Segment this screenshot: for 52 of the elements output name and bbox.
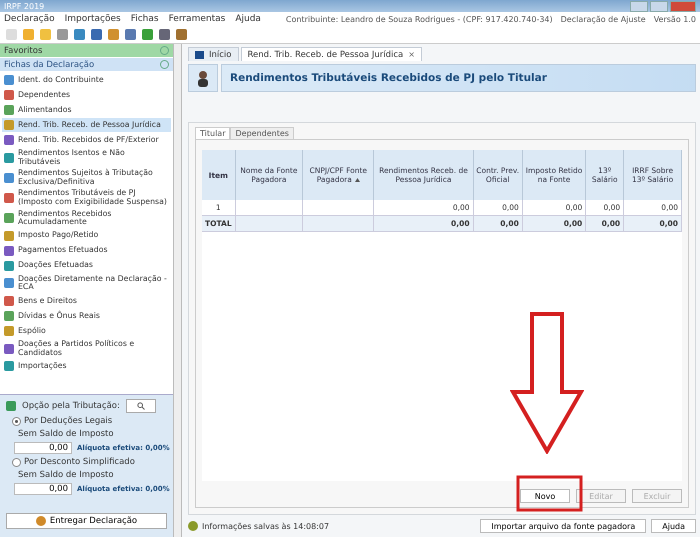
- page-title: Rendimentos Tributáveis Recebidos de PJ pelo Titular: [221, 64, 696, 92]
- submit-button[interactable]: Entregar Declaração: [6, 513, 167, 529]
- maximize-button[interactable]: [650, 0, 668, 12]
- balance-caption: Sem Saldo de Imposto: [17, 470, 115, 480]
- document-tab[interactable]: Rend. Trib. Receb. de Pessoa Jurídica ×: [240, 47, 422, 61]
- close-tab-button[interactable]: ×: [408, 50, 415, 59]
- sub-tab[interactable]: Titular: [195, 127, 230, 139]
- status-text: Informações salvas às 14:08:07: [202, 522, 330, 530]
- sort-icon: [354, 178, 360, 182]
- highlight-frame: [516, 475, 583, 512]
- menu-item[interactable]: Declaração: [4, 14, 55, 24]
- footer-button[interactable]: Ajuda: [651, 519, 696, 533]
- toolbar-icon[interactable]: [108, 29, 119, 40]
- favorites-label: Favoritos: [4, 46, 42, 56]
- close-button[interactable]: [670, 0, 696, 12]
- toolbar-icon[interactable]: [91, 29, 102, 40]
- home-icon: [195, 50, 204, 58]
- declaration-type: Declaração de Ajuste: [560, 14, 646, 24]
- menu-item[interactable]: Fichas: [130, 14, 159, 24]
- taxpayer-info: Contribuinte: Leandro de Souza Rodrigues - (CPF: 917.420.740-34): [286, 14, 553, 24]
- version-label: Versão 1.0: [654, 14, 696, 24]
- toolbar-icon[interactable]: [125, 29, 136, 40]
- minimize-button[interactable]: [630, 0, 648, 12]
- toolbar-icon[interactable]: [142, 29, 153, 40]
- option-label[interactable]: Por Desconto Simplificado: [24, 457, 135, 467]
- favorites-header[interactable]: Favoritos: [0, 44, 173, 57]
- scrollbar[interactable]: [174, 44, 182, 537]
- toolbar-icon[interactable]: [57, 29, 68, 40]
- menu-item[interactable]: Ajuda: [235, 14, 261, 24]
- section-label: Fichas da Declaração: [4, 60, 94, 70]
- footer-button[interactable]: Importar arquivo da fonte pagadora: [480, 519, 646, 533]
- action-button[interactable]: Novo: [520, 489, 570, 503]
- radio-button[interactable]: [12, 458, 21, 466]
- section-header[interactable]: Fichas da Declaração: [0, 58, 173, 71]
- amount-field[interactable]: 0,00: [14, 483, 72, 495]
- window-title: IRPF 2019: [4, 2, 44, 10]
- toolbar-icon[interactable]: [74, 29, 85, 40]
- menu-item[interactable]: Ferramentas: [168, 14, 226, 24]
- amount-field[interactable]: 0,00: [14, 442, 72, 454]
- sub-tab[interactable]: Dependentes: [230, 127, 294, 139]
- taxation-label: Opção pela Tributação:: [22, 401, 120, 411]
- toolbar-icon[interactable]: [23, 29, 34, 40]
- toolbar-icon[interactable]: [176, 29, 187, 40]
- radio-button[interactable]: [12, 416, 21, 426]
- person-icon: [188, 64, 218, 92]
- balance-caption: Sem Saldo de Imposto: [17, 429, 115, 439]
- search-icon: [136, 402, 145, 410]
- option-label[interactable]: Por Deduções Legais: [24, 416, 112, 426]
- search-button[interactable]: [126, 399, 156, 413]
- toolbar-icon[interactable]: [159, 29, 170, 40]
- document-tab[interactable]: Início: [188, 47, 238, 61]
- menu-item[interactable]: Importações: [64, 14, 121, 24]
